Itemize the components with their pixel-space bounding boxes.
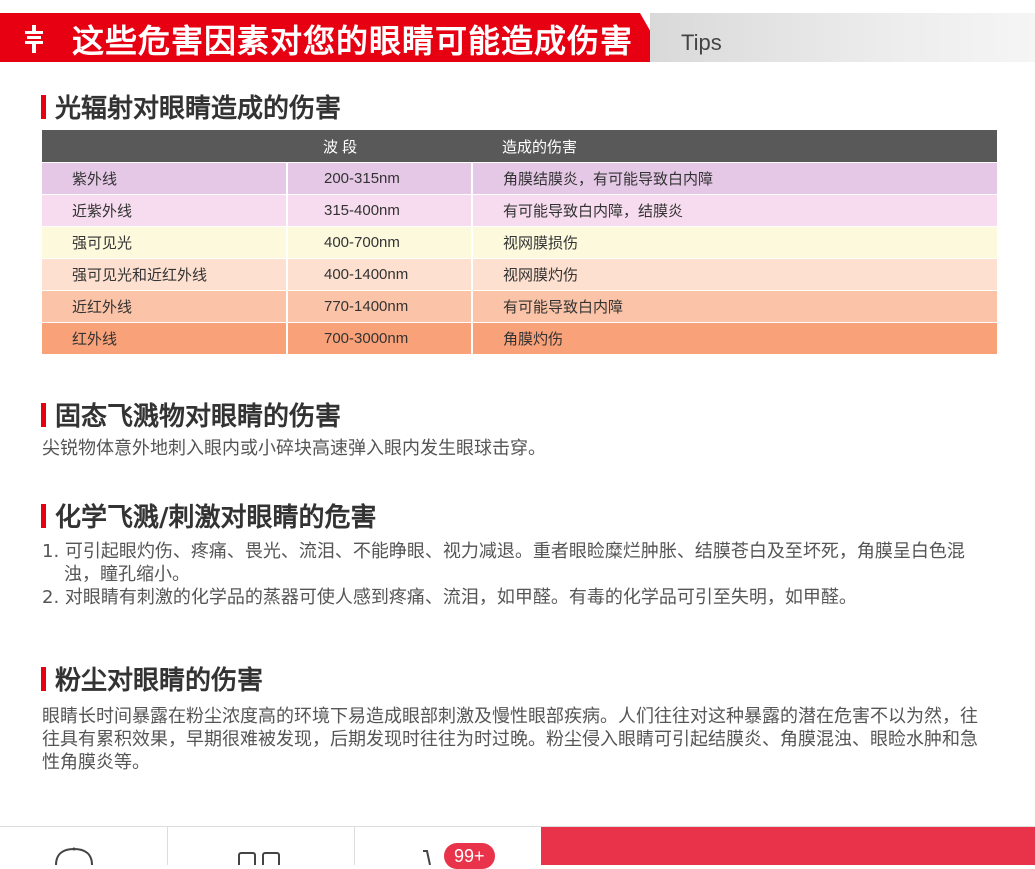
table-header-band: 波 段 <box>287 130 472 163</box>
cell-name: 强可见光 <box>42 226 288 259</box>
section-marker <box>41 402 46 427</box>
cell-name: 强可见光和近红外线 <box>42 258 288 291</box>
list-item: 2. 对眼睛有刺激的化学品的蒸器可使人感到疼痛、流泪，如甲醛。有毒的化学品可引至… <box>42 587 857 608</box>
header-banner: 这些危害因素对您的眼睛可能造成伤害 Tips <box>0 0 1035 62</box>
cell-band: 315-400nm <box>287 194 473 227</box>
cell-band: 400-700nm <box>287 226 473 259</box>
section-title-text: 光辐射对眼睛造成的伤害 <box>55 94 342 124</box>
pin-icon <box>25 25 43 53</box>
table-row: 近红外线 770-1400nm 有可能导致白内障 <box>42 290 997 323</box>
cell-band: 700-3000nm <box>287 322 473 354</box>
cell-harm: 角膜灼伤 <box>472 322 997 354</box>
buy-now-button[interactable] <box>541 827 1035 865</box>
banner-tips-label: Tips <box>681 30 722 55</box>
table-row: 红外线 700-3000nm 角膜灼伤 <box>42 322 997 354</box>
cell-name: 红外线 <box>42 322 288 354</box>
cell-harm: 有可能导致白内障，结膜炎 <box>472 194 997 227</box>
table-row: 强可见光和近红外线 400-1400nm 视网膜灼伤 <box>42 258 997 291</box>
table-row: 紫外线 200-315nm 角膜结膜炎，有可能导致白内障 <box>42 162 997 195</box>
nav-customer-service[interactable] <box>0 827 168 865</box>
solid-description: 尖锐物体意外地刺入眼内或小碎块高速弹入眼内发生眼球击穿。 <box>42 438 546 459</box>
store-icon <box>238 852 280 865</box>
table-header-harm: 造成的伤害 <box>472 130 997 163</box>
banner-title: 这些危害因素对您的眼睛可能造成伤害 <box>72 22 634 60</box>
cell-harm: 视网膜损伤 <box>472 226 997 259</box>
table-header-name <box>42 130 287 163</box>
table-row: 强可见光 400-700nm 视网膜损伤 <box>42 226 997 259</box>
section-title-light: 光辐射对眼睛造成的伤害 <box>41 88 341 125</box>
cell-harm: 视网膜灼伤 <box>472 258 997 291</box>
section-title-chemical: 化学飞溅/刺激对眼睛的危害 <box>41 497 377 534</box>
section-title-text: 粉尘对眼睛的伤害 <box>55 666 264 696</box>
dust-description: 眼睛长时间暴露在粉尘浓度高的环境下易造成眼部刺激及慢性眼部疾病。人们往往对这种暴… <box>42 706 978 773</box>
section-title-text: 化学飞溅/刺激对眼睛的危害 <box>55 503 377 533</box>
table-row: 近紫外线 315-400nm 有可能导致白内障，结膜炎 <box>42 194 997 227</box>
bottom-nav-bar: 99+ <box>0 826 1035 869</box>
customer-service-icon <box>55 847 93 865</box>
nav-store[interactable] <box>168 827 355 865</box>
cell-band: 400-1400nm <box>287 258 473 291</box>
cell-name: 紫外线 <box>42 162 288 195</box>
cell-harm: 有可能导致白内障 <box>472 290 997 323</box>
cell-name: 近红外线 <box>42 290 288 323</box>
section-marker <box>41 666 46 691</box>
cart-icon <box>423 850 431 865</box>
cart-count-badge: 99+ <box>444 843 495 869</box>
cell-band: 770-1400nm <box>287 290 473 323</box>
light-radiation-table: 波 段 造成的伤害 紫外线 200-315nm 角膜结膜炎，有可能导致白内障 近紫外线… <box>42 130 997 354</box>
cell-harm: 角膜结膜炎，有可能导致白内障 <box>472 162 997 195</box>
section-marker <box>41 503 46 528</box>
chemical-list: 1. 可引起眼灼伤、疼痛、畏光、流泪、不能睁眼、视力减退。重者眼睑糜烂肿胀、结膜… <box>42 540 982 609</box>
list-item: 1. 可引起眼灼伤、疼痛、畏光、流泪、不能睁眼、视力减退。重者眼睑糜烂肿胀、结膜… <box>42 541 965 585</box>
cell-band: 200-315nm <box>287 162 473 195</box>
cell-name: 近紫外线 <box>42 194 288 227</box>
section-marker <box>41 94 46 119</box>
section-title-solid: 固态飞溅物对眼睛的伤害 <box>41 396 341 433</box>
table-header-row: 波 段 造成的伤害 <box>42 130 997 163</box>
section-title-text: 固态飞溅物对眼睛的伤害 <box>55 402 342 432</box>
section-title-dust: 粉尘对眼睛的伤害 <box>41 660 263 697</box>
